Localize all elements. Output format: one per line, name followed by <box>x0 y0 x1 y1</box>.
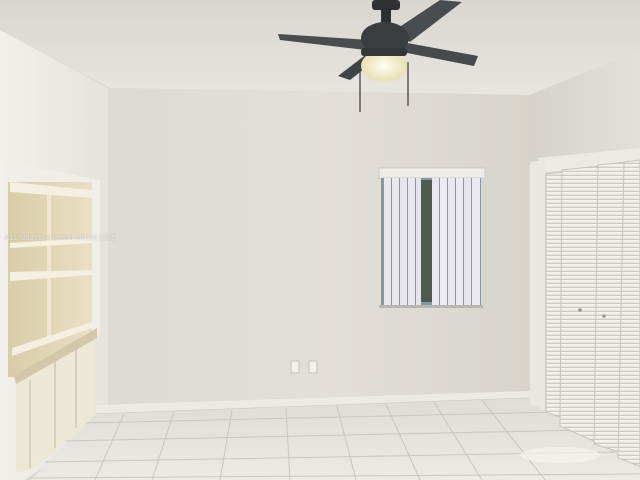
blind-valance <box>378 167 486 179</box>
wall-outlet <box>290 360 300 374</box>
door-knob <box>578 308 582 312</box>
vertical-blinds <box>384 178 480 306</box>
room-photo: A11786370 © Miami MLS® 2025 <box>0 0 640 480</box>
wall-outlet <box>308 360 318 374</box>
ceiling <box>0 0 640 95</box>
window <box>378 167 486 308</box>
mls-watermark: A11786370 © Miami MLS® 2025 <box>4 233 117 242</box>
closet-louver-door <box>559 165 601 443</box>
floor-reflection <box>520 447 600 463</box>
door-knob <box>602 314 606 318</box>
